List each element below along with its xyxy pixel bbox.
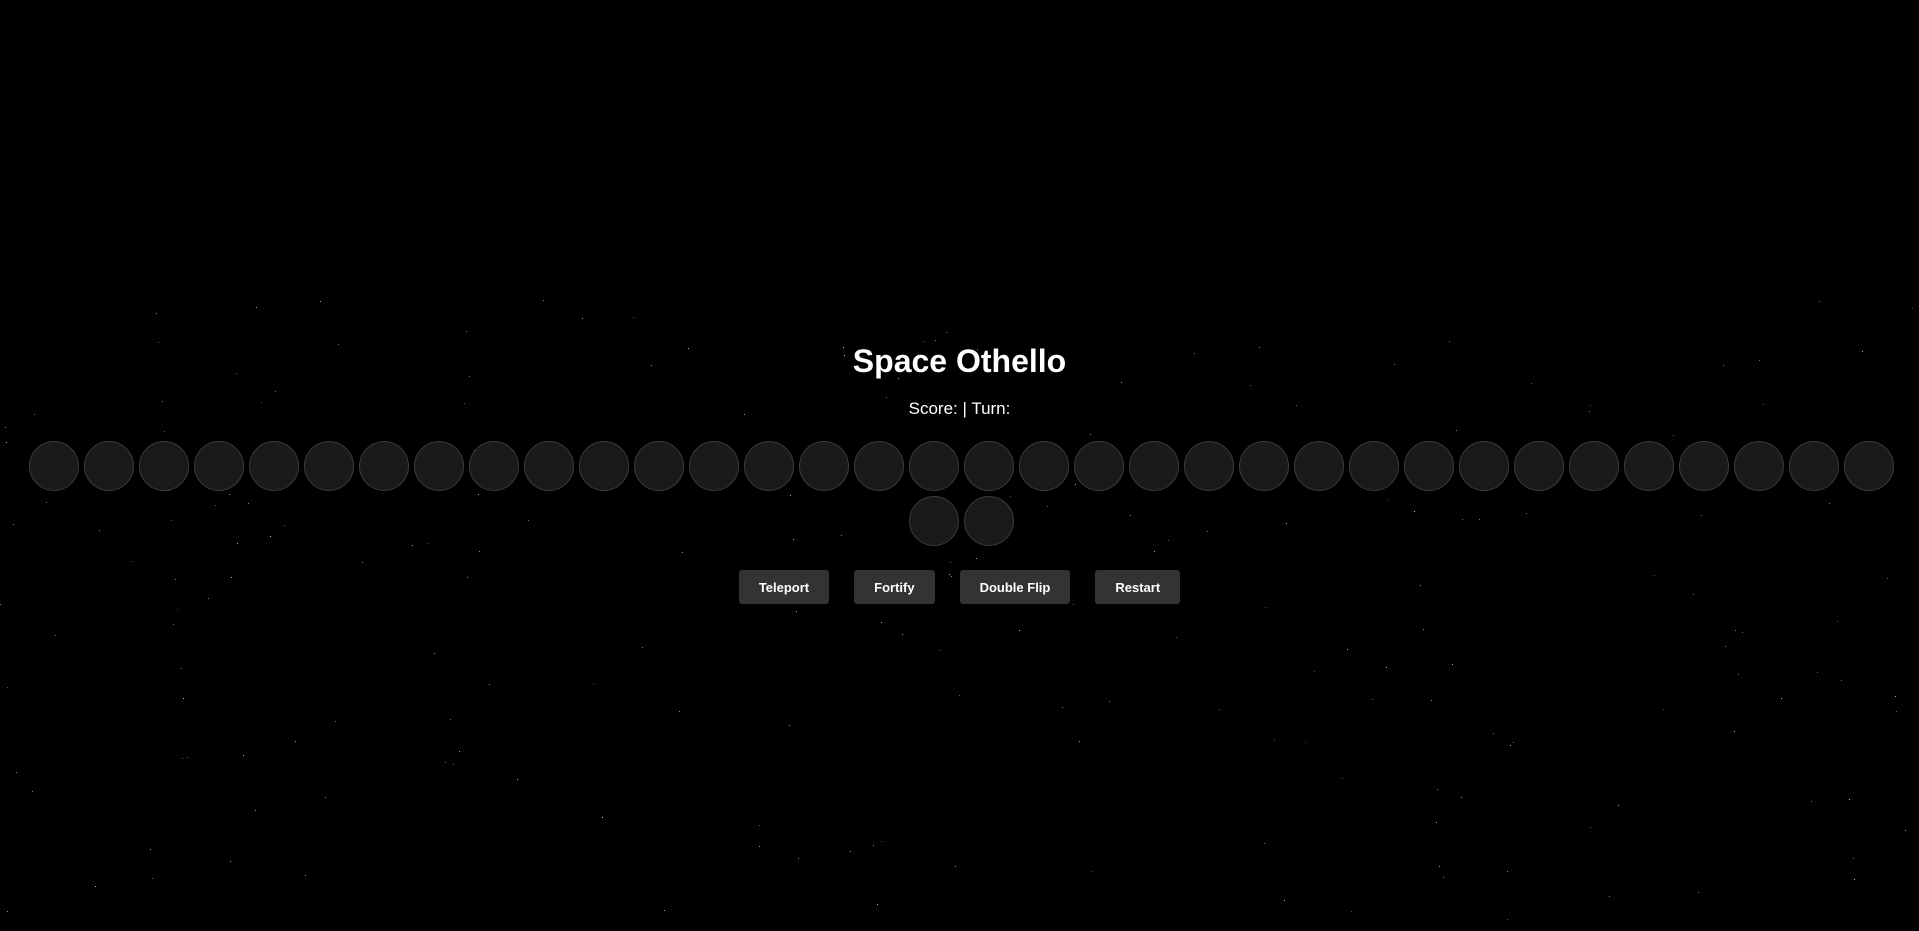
restart-button[interactable]: Restart <box>1095 570 1181 604</box>
board-cell[interactable] <box>1678 441 1729 491</box>
board-cell[interactable] <box>1073 441 1124 491</box>
board-cell[interactable] <box>1568 441 1619 491</box>
board-cell[interactable] <box>1513 441 1564 491</box>
board-cell[interactable] <box>413 441 464 491</box>
board-cell[interactable] <box>138 441 189 491</box>
board-cell[interactable] <box>193 441 244 491</box>
board-cell[interactable] <box>963 441 1014 491</box>
game-container: Space Othello Score: | Turn: Teleport Fo… <box>0 0 1919 931</box>
board-cell[interactable] <box>83 441 134 491</box>
board-cell[interactable] <box>633 441 684 491</box>
board-cell[interactable] <box>523 441 574 491</box>
board-cell[interactable] <box>853 441 904 491</box>
board-cell[interactable] <box>1843 441 1894 491</box>
board-cell[interactable] <box>28 441 79 491</box>
board-cell[interactable] <box>1238 441 1289 491</box>
board-cell[interactable] <box>358 441 409 491</box>
score-turn-status: Score: | Turn: <box>908 399 1011 418</box>
board-cell[interactable] <box>908 441 959 491</box>
board-cell[interactable] <box>1788 441 1839 491</box>
board-cell[interactable] <box>1623 441 1674 491</box>
board-cell[interactable] <box>578 441 629 491</box>
board-cell[interactable] <box>1348 441 1399 491</box>
board-cell[interactable] <box>1018 441 1069 491</box>
board-cell[interactable] <box>963 496 1014 546</box>
board-cell[interactable] <box>743 441 794 491</box>
controls-bar: Teleport Fortify Double Flip Restart <box>0 570 1919 604</box>
board-cell[interactable] <box>1458 441 1509 491</box>
double-flip-button[interactable]: Double Flip <box>959 570 1071 604</box>
board-cell[interactable] <box>468 441 519 491</box>
board-cell[interactable] <box>1293 441 1344 491</box>
board-cell[interactable] <box>248 441 299 491</box>
fortify-button[interactable]: Fortify <box>854 570 935 604</box>
board-cell[interactable] <box>303 441 354 491</box>
board-cell[interactable] <box>1128 441 1179 491</box>
board-cell[interactable] <box>908 496 959 546</box>
game-title: Space Othello <box>852 343 1067 379</box>
teleport-button[interactable]: Teleport <box>738 570 830 604</box>
board-cell[interactable] <box>1403 441 1454 491</box>
board-cell[interactable] <box>1733 441 1784 491</box>
board-cell[interactable] <box>1183 441 1234 491</box>
game-board <box>9 441 1913 546</box>
board-cell[interactable] <box>688 441 739 491</box>
board-cell[interactable] <box>798 441 849 491</box>
